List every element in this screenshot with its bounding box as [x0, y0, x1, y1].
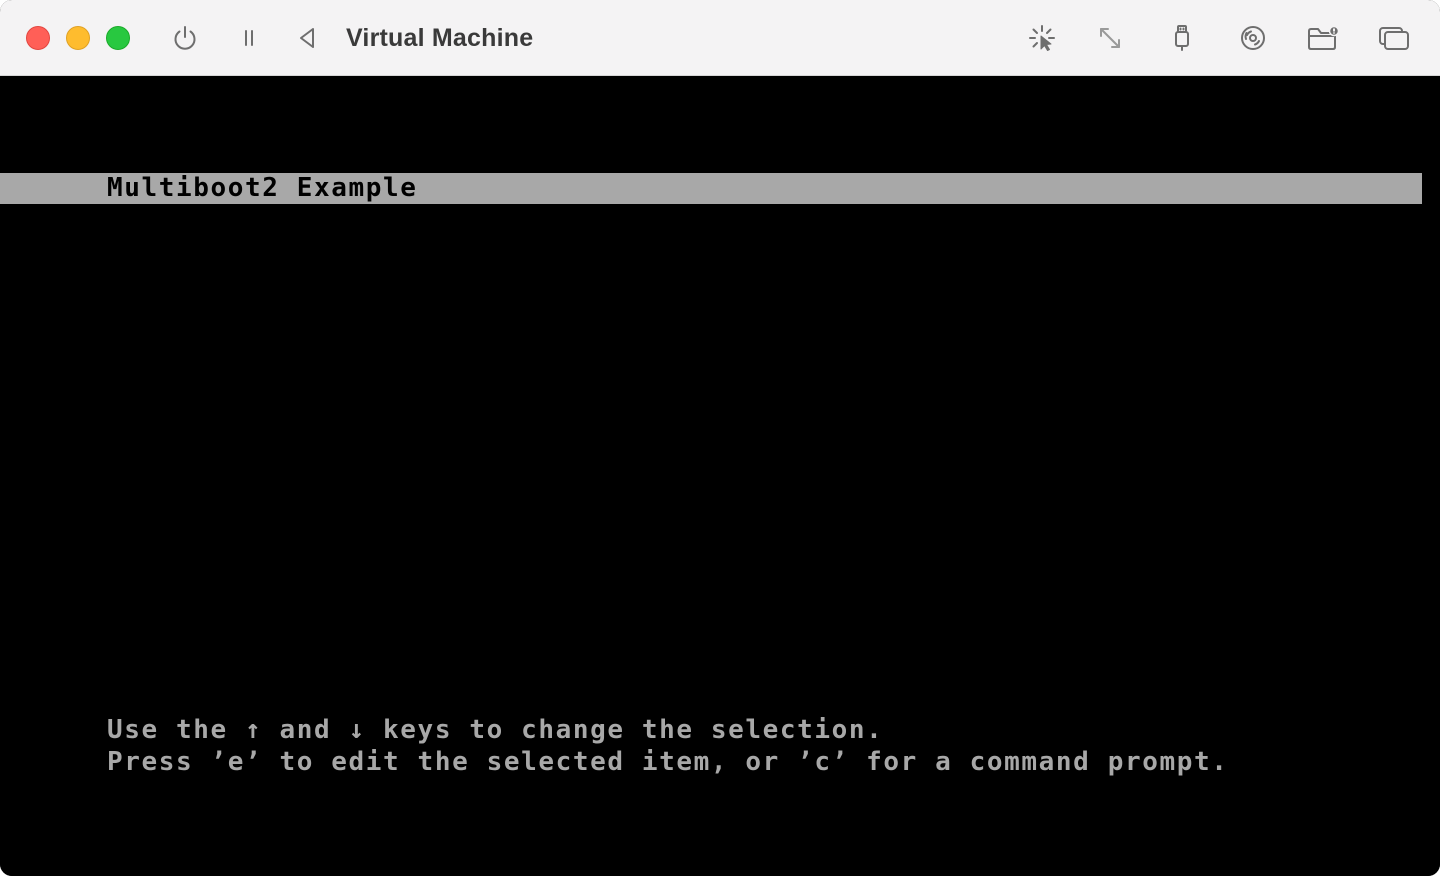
help-text-line-1: Use the ↑ and ↓ keys to change the selec…: [107, 715, 884, 745]
usb-button[interactable]: [1164, 20, 1200, 56]
cd-dvd-button[interactable]: [1235, 20, 1271, 56]
vm-display[interactable]: Multiboot2 Example Use the ↑ and ↓ keys …: [0, 76, 1440, 876]
power-button[interactable]: [167, 20, 203, 56]
resize-button[interactable]: [1092, 20, 1128, 56]
capture-input-button[interactable]: [1024, 20, 1060, 56]
close-window-button[interactable]: [26, 26, 50, 50]
title-bar: Virtual Machine: [0, 0, 1440, 76]
cd-dvd-icon: [1241, 26, 1265, 50]
zoom-window-button[interactable]: [106, 26, 130, 50]
boot-menu-entry-label: Multiboot2 Example: [107, 173, 418, 203]
vm-window: Virtual Machine Multiboot2 Example Use t…: [0, 0, 1440, 876]
pause-icon: [245, 30, 253, 46]
pause-button[interactable]: [231, 20, 267, 56]
shared-folder-icon: [1308, 25, 1340, 50]
usb-icon: [1175, 25, 1189, 51]
window-title: Virtual Machine: [346, 24, 534, 52]
help-text-line-2: Press ’e’ to edit the selected item, or …: [107, 747, 1229, 777]
shared-folder-button[interactable]: [1305, 20, 1341, 56]
power-icon: [174, 26, 196, 50]
windows-icon: [1379, 27, 1409, 50]
boot-menu-selected-entry[interactable]: Multiboot2 Example: [0, 173, 1422, 204]
capture-input-icon: [1029, 25, 1055, 51]
restart-button[interactable]: [289, 20, 325, 56]
resize-icon: [1100, 28, 1120, 48]
windows-button[interactable]: [1376, 20, 1412, 56]
minimize-window-button[interactable]: [66, 26, 90, 50]
back-triangle-icon: [300, 28, 314, 48]
